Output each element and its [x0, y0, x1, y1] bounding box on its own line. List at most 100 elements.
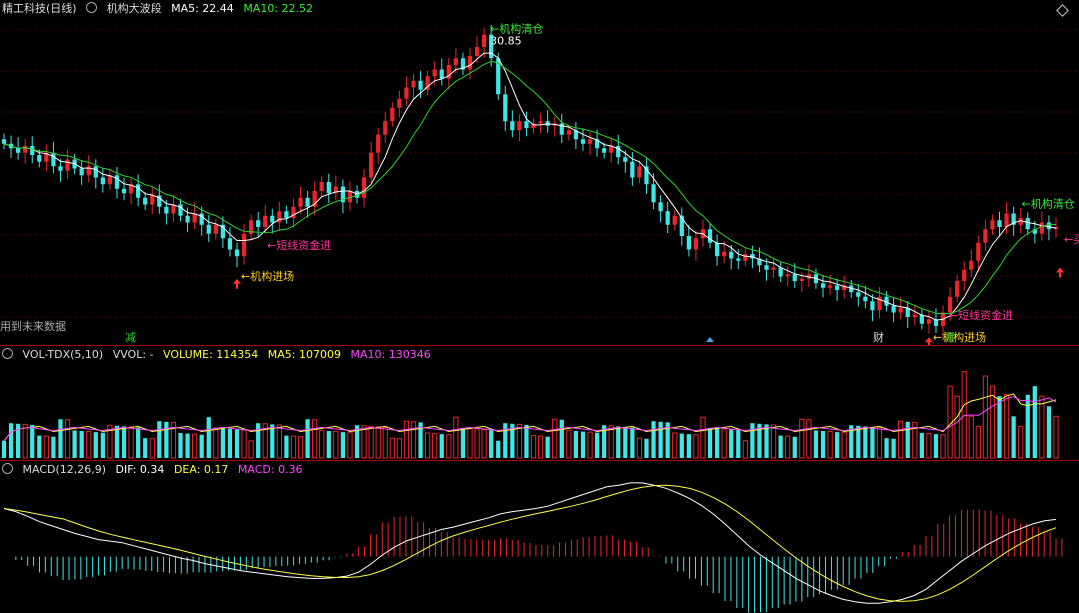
- candle-body: [270, 215, 275, 223]
- volume-bar: [1003, 394, 1010, 459]
- volume-bar: [220, 428, 225, 458]
- volume-bar: [114, 425, 120, 458]
- candle-body: [714, 242, 720, 257]
- candle-body: [481, 34, 487, 47]
- volume-bar: [192, 433, 198, 459]
- price-chart[interactable]: ←机构清仓30.85←机构进场←短线资金进←机构进场←短线资金进←机构清仓←买减…: [0, 0, 1079, 345]
- candle-body: [962, 269, 967, 281]
- volume-bar: [375, 426, 381, 459]
- volume-bar: [496, 440, 501, 458]
- peak-label: ←机构清仓: [490, 22, 543, 36]
- candle-body: [1025, 218, 1030, 230]
- volume-chart[interactable]: [0, 346, 1079, 460]
- candle-body: [983, 229, 988, 243]
- volume-bar: [891, 438, 896, 458]
- candle-body: [820, 283, 826, 288]
- volume-bar: [453, 416, 459, 459]
- peak-price: 30.85: [490, 35, 522, 48]
- volume-pane[interactable]: VOL-TDX(5,10) VVOL: - VOLUME: 114354 MA5…: [0, 346, 1079, 460]
- candle-body: [524, 121, 529, 128]
- volume-bar: [954, 395, 960, 459]
- candle-body: [729, 251, 734, 259]
- candle-body: [1046, 222, 1052, 230]
- candle-body: [206, 224, 211, 234]
- candle-body: [623, 157, 628, 162]
- volume-bar: [820, 430, 826, 458]
- candle-body: [891, 305, 896, 313]
- price-pane[interactable]: 精工科技(日线) 机构大波段 MA5: 22.44 MA10: 22.52 ←机…: [0, 0, 1079, 345]
- volume-bar: [827, 431, 833, 459]
- candle-body: [369, 152, 374, 178]
- volume-bar: [403, 420, 410, 459]
- candle-body: [404, 87, 409, 99]
- volume-bar: [312, 419, 318, 459]
- candle-body: [651, 184, 656, 203]
- candle-body: [764, 265, 769, 270]
- volume-bar: [128, 426, 134, 459]
- candle-body: [178, 204, 183, 216]
- volume-bar: [700, 416, 706, 459]
- future-data-note: 用到未来数据: [0, 320, 66, 333]
- candle-body: [199, 213, 204, 225]
- candle-body: [827, 285, 833, 288]
- candle-body: [305, 197, 310, 207]
- volume-bar: [474, 428, 480, 459]
- volume-bar: [72, 430, 77, 458]
- volume-bar: [51, 436, 56, 458]
- volume-bar: [975, 425, 981, 459]
- volume-bar: [863, 426, 868, 458]
- candle-body: [799, 278, 804, 281]
- volume-bar: [276, 424, 282, 459]
- volume-bar: [679, 433, 684, 458]
- candle-body: [58, 166, 63, 171]
- volume-bar: [982, 375, 989, 459]
- candle-body: [185, 215, 190, 223]
- candle-body: [263, 215, 268, 227]
- volume-bar: [326, 430, 331, 458]
- enter-label-2: ←机构进场: [933, 330, 986, 344]
- volume-bar: [58, 419, 63, 458]
- candle-body: [213, 224, 218, 234]
- volume-bar: [382, 427, 388, 459]
- candle-body: [538, 121, 543, 124]
- candle-body: [580, 139, 586, 144]
- volume-bar: [545, 436, 550, 458]
- volume-bar: [876, 427, 883, 459]
- macd-pane[interactable]: MACD(12,26,9) DIF: 0.34 DEA: 0.17 MACD: …: [0, 461, 1079, 613]
- volume-bar: [1025, 394, 1030, 458]
- volume-bar: [594, 432, 600, 458]
- volume-bar: [43, 435, 49, 459]
- candle-body: [326, 182, 331, 194]
- candle-body: [79, 168, 84, 176]
- volume-bar: [425, 432, 431, 459]
- volume-bar: [284, 435, 289, 458]
- volume-bar: [446, 434, 452, 459]
- volume-bar: [185, 433, 190, 458]
- candle-body: [969, 260, 974, 270]
- candle-body: [686, 236, 691, 250]
- volume-bar: [651, 421, 656, 458]
- candle-body: [955, 281, 960, 297]
- candle-body: [234, 249, 240, 257]
- candle-body: [474, 47, 480, 56]
- volume-bar: [580, 431, 586, 458]
- volume-bar: [1011, 416, 1016, 458]
- volume-bar: [8, 423, 14, 458]
- candle-body: [143, 197, 148, 205]
- candle-body: [976, 242, 981, 261]
- candle-body: [997, 220, 1002, 227]
- volume-bar: [396, 438, 403, 459]
- macd-chart[interactable]: [0, 461, 1079, 613]
- candle-body: [411, 80, 416, 88]
- volume-bar: [248, 440, 254, 459]
- candle-body: [1, 139, 7, 144]
- candle-body: [658, 202, 663, 212]
- candle-body: [587, 139, 593, 144]
- candle-body: [319, 182, 324, 191]
- candle-body: [743, 254, 748, 261]
- ma5-line: [3, 52, 1057, 321]
- volume-bar: [481, 429, 487, 459]
- candle-body: [990, 220, 995, 230]
- up-arrow-icon: [232, 278, 241, 289]
- volume-bar: [305, 419, 310, 458]
